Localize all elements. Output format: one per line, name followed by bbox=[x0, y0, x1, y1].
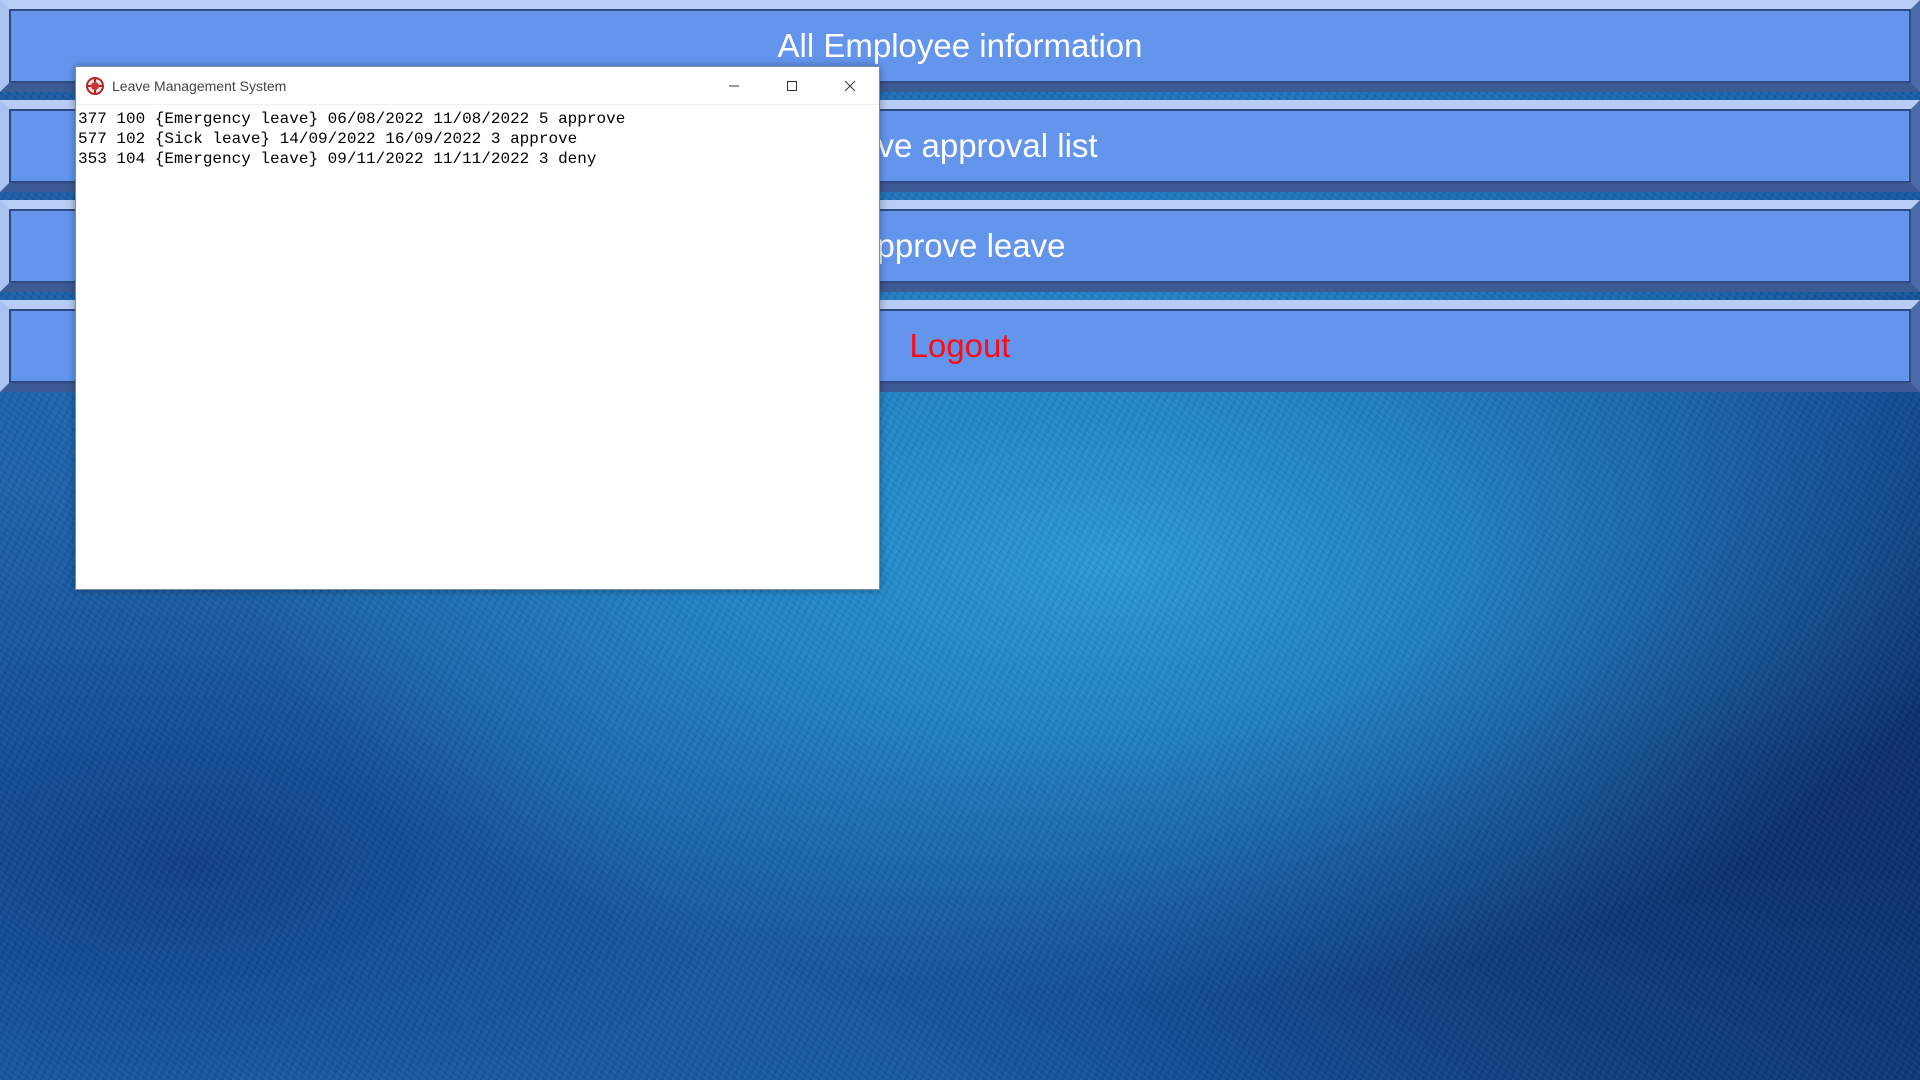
list-item: 353 104 {Emergency leave} 09/11/2022 11/… bbox=[78, 150, 597, 168]
close-icon bbox=[844, 80, 856, 91]
list-item: 577 102 {Sick leave} 14/09/2022 16/09/20… bbox=[78, 130, 578, 148]
screen: All Employee information Leave approval … bbox=[0, 0, 1920, 1080]
close-button[interactable] bbox=[821, 67, 879, 104]
app-feather-icon bbox=[86, 76, 104, 95]
leave-management-window: Leave Management System 377 100 {Emergen… bbox=[75, 66, 880, 590]
minimize-button[interactable] bbox=[705, 67, 763, 104]
minimize-icon bbox=[729, 85, 739, 86]
window-title: Leave Management System bbox=[112, 77, 287, 94]
all-employee-info-label: All Employee information bbox=[777, 27, 1143, 64]
list-item: 377 100 {Emergency leave} 06/08/2022 11/… bbox=[78, 110, 626, 128]
leave-records-text[interactable]: 377 100 {Emergency leave} 06/08/2022 11/… bbox=[76, 105, 879, 173]
window-titlebar[interactable]: Leave Management System bbox=[76, 67, 879, 105]
approve-leave-label: Approve leave bbox=[854, 227, 1066, 264]
maximize-icon bbox=[787, 80, 797, 91]
logout-label: Logout bbox=[909, 327, 1011, 364]
maximize-button[interactable] bbox=[763, 67, 821, 104]
